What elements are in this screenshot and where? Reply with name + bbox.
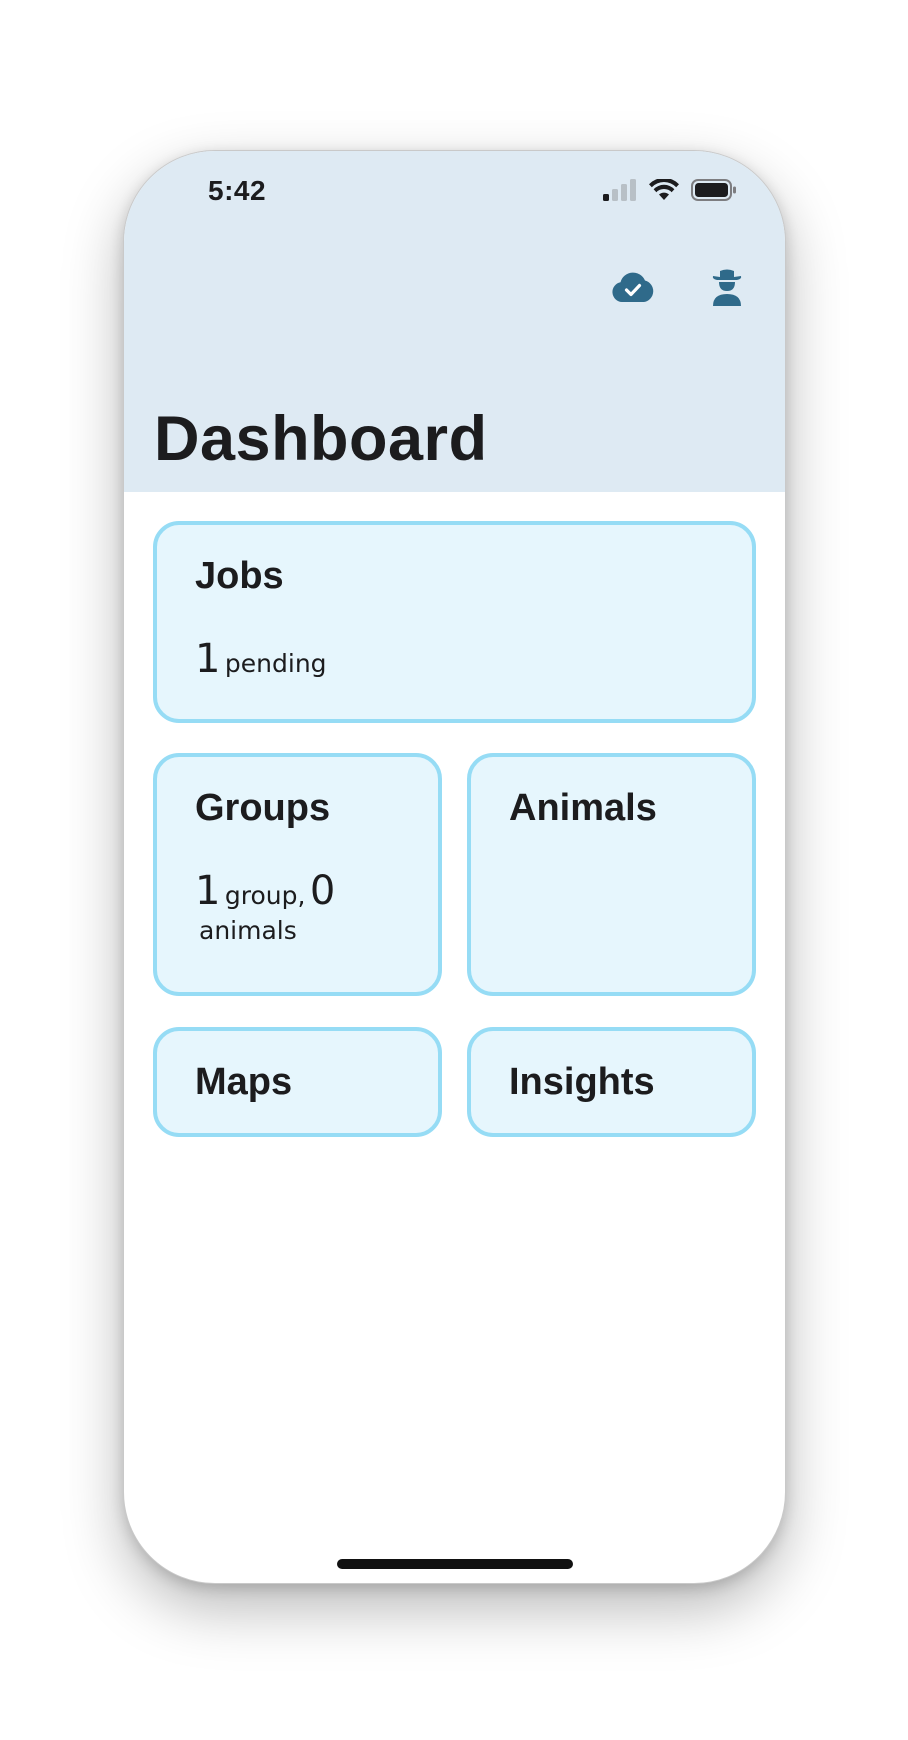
phone-frame: 5:42 Dashboard Jobs 1 pending Groups 1 g… <box>123 150 786 1584</box>
status-time: 5:42 <box>208 175 267 206</box>
battery-icon <box>691 179 736 201</box>
animals-label: animals <box>199 916 297 945</box>
groups-label: group, <box>224 881 306 910</box>
home-indicator[interactable] <box>337 1559 573 1569</box>
status-icons <box>603 179 737 201</box>
wifi-icon <box>649 179 679 200</box>
insights-card-title: Insights <box>509 1061 655 1103</box>
page-title: Dashboard <box>154 404 488 474</box>
animals-count: 0 <box>309 868 336 914</box>
maps-card-title: Maps <box>195 1061 293 1103</box>
maps-card[interactable]: Maps <box>153 1027 442 1137</box>
sync-button[interactable] <box>609 263 657 311</box>
cellular-signal-icon <box>603 179 636 201</box>
header: 5:42 Dashboard <box>124 151 785 492</box>
jobs-card[interactable]: Jobs 1 pending <box>153 521 756 723</box>
profile-button[interactable] <box>703 263 751 311</box>
groups-card-title: Groups <box>195 787 331 829</box>
jobs-pending-count: 1 <box>195 636 221 682</box>
animals-card[interactable]: Animals <box>467 753 756 996</box>
header-actions <box>609 263 751 311</box>
cloud-check-icon <box>612 272 654 302</box>
groups-card[interactable]: Groups 1 group, 0 animals <box>153 753 442 996</box>
animals-card-title: Animals <box>509 787 657 829</box>
groups-count: 1 <box>195 868 221 914</box>
jobs-card-stat: 1 pending <box>195 633 327 685</box>
jobs-pending-label: pending <box>224 649 327 678</box>
cowboy-user-icon <box>712 269 742 306</box>
status-bar: 5:42 <box>124 151 785 231</box>
jobs-card-title: Jobs <box>195 555 284 597</box>
groups-card-stat: 1 group, 0 animals <box>195 865 335 948</box>
insights-card[interactable]: Insights <box>467 1027 756 1137</box>
